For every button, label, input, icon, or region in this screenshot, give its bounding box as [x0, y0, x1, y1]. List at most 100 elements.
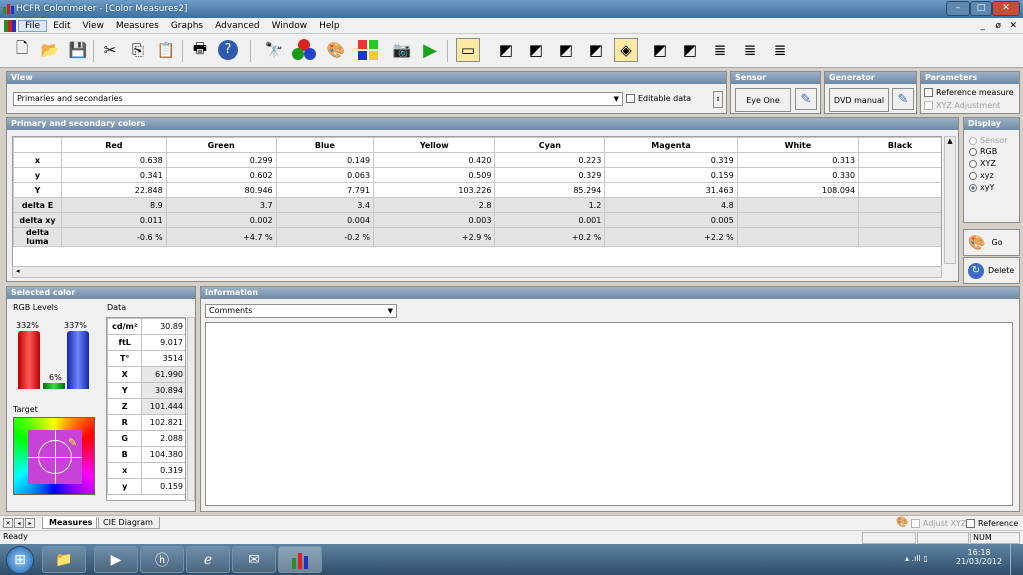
menu-view[interactable]: View [77, 21, 110, 31]
table-cell[interactable]: 85.294 [494, 182, 606, 198]
table-cell[interactable]: +0.2 % [494, 227, 606, 247]
view-combo[interactable]: Primaries and secondaries ▼ [13, 92, 623, 106]
start-button[interactable]: ⊞ [6, 546, 34, 574]
help-icon[interactable]: ? [218, 40, 238, 60]
table-cell[interactable]: +2.9 % [373, 227, 496, 247]
data-row[interactable]: cd/m² 30.89 [107, 318, 185, 335]
table-row[interactable]: delta xy 0.011 0.002 0.004 0.003 0.001 0.005 [13, 212, 941, 228]
doc-close-button[interactable]: ✕ [1009, 21, 1017, 31]
menu-help[interactable]: Help [313, 21, 346, 31]
explorer-icon[interactable]: 📁 [42, 546, 86, 573]
data-row[interactable]: y 0.159 [107, 478, 185, 495]
data-row[interactable]: X 61.990 [107, 366, 185, 383]
table-cell[interactable]: 0.004 [275, 212, 375, 228]
gamma-graph-icon[interactable]: ◩ [524, 38, 548, 62]
delete-button[interactable]: ↻ Delete [963, 257, 1020, 284]
data-row[interactable]: R 102.821 [107, 414, 185, 431]
table-row[interactable]: delta E 8.9 3.7 3.4 2.8 1.2 4.8 [13, 197, 941, 213]
table-cell[interactable]: 0.420 [373, 152, 496, 168]
display-radio-xyy[interactable]: xyY [969, 183, 994, 192]
table-cell[interactable]: 0.011 [61, 212, 167, 228]
table-cell[interactable]: -0.2 % [275, 227, 375, 247]
table-cell[interactable]: 0.159 [604, 167, 738, 183]
table-cell[interactable]: 0.341 [61, 167, 167, 183]
data-row[interactable]: Y 30.894 [107, 382, 185, 399]
sensor-config-icon[interactable]: ✎ [795, 88, 817, 110]
table-cell[interactable]: +2.2 % [604, 227, 738, 247]
table-cell[interactable]: 108.094 [736, 182, 860, 198]
table-cell[interactable]: 0.005 [604, 212, 738, 228]
near-white-icon[interactable]: ◩ [678, 38, 702, 62]
table-cell[interactable]: -0.6 % [61, 227, 167, 247]
table-row[interactable]: x 0.638 0.299 0.149 0.420 0.223 0.319 0.313 [13, 152, 941, 168]
new-icon[interactable]: 🗋 [10, 38, 34, 62]
table-cell[interactable] [858, 167, 941, 183]
sensor-icon[interactable]: 🔭 [262, 38, 286, 62]
data-row[interactable]: T° 3514 [107, 350, 185, 367]
menu-file[interactable]: File [18, 19, 48, 32]
table-cell[interactable]: 22.848 [61, 182, 167, 198]
table-cell[interactable]: 0.299 [165, 152, 277, 168]
grid-vertical-scrollbar[interactable]: ▲ [944, 136, 956, 264]
reference-checkbox[interactable]: Reference [966, 519, 1018, 528]
table-cell[interactable] [858, 227, 941, 247]
saturation-shift-icon[interactable]: ≣ [708, 38, 732, 62]
camera-icon[interactable]: 📷 [390, 38, 414, 62]
table-cell[interactable]: 0.602 [165, 167, 277, 183]
tab-next-button[interactable]: ▸ [25, 518, 35, 528]
comments-textarea[interactable] [205, 322, 1013, 506]
media-icon[interactable]: ▶ [94, 546, 138, 573]
adjust-xyz-checkbox[interactable]: Adjust XYZ [911, 519, 966, 528]
save-icon[interactable]: 💾 [66, 38, 90, 62]
hp-icon[interactable]: ⓗ [140, 546, 184, 573]
table-cell[interactable]: 0.149 [275, 152, 375, 168]
open-icon[interactable]: 📂 [38, 38, 62, 62]
minimize-button[interactable]: – [946, 1, 970, 16]
table-cell[interactable]: +4.7 % [165, 227, 277, 247]
editable-data-checkbox[interactable]: Editable data [626, 94, 691, 103]
grid-corner[interactable] [13, 137, 62, 153]
table-cell[interactable]: 0.313 [736, 152, 860, 168]
display-radio-xyz-upper[interactable]: XYZ [969, 159, 996, 168]
table-cell[interactable]: 80.946 [165, 182, 277, 198]
column-header[interactable]: Magenta [604, 137, 738, 153]
column-header[interactable]: White [736, 137, 860, 153]
menu-measures[interactable]: Measures [110, 21, 165, 31]
column-header[interactable]: Black [858, 137, 941, 153]
table-cell[interactable]: 4.8 [604, 197, 738, 213]
go-button[interactable]: 🎨 Go [963, 229, 1020, 256]
tray-icons[interactable]: ▴ .ıll ▯ [905, 554, 928, 563]
table-cell[interactable]: 0.001 [494, 212, 606, 228]
play-icon[interactable]: ▶ [418, 38, 442, 62]
table-cell[interactable] [736, 197, 860, 213]
hcfr-icon[interactable] [278, 546, 322, 573]
table-row[interactable]: delta luma -0.6 % +4.7 % -0.2 % +2.9 % +0.2 %… [13, 227, 941, 247]
view-spin-button[interactable]: ⇕ [713, 91, 723, 108]
tab-close-button[interactable]: ✕ [3, 518, 13, 528]
table-cell[interactable]: 31.463 [604, 182, 738, 198]
data-row[interactable]: x 0.319 [107, 462, 185, 479]
table-cell[interactable]: 3.7 [165, 197, 277, 213]
close-button[interactable]: ✕ [992, 1, 1020, 16]
table-cell[interactable]: 103.226 [373, 182, 496, 198]
table-cell[interactable]: 0.329 [494, 167, 606, 183]
column-header[interactable]: Blue [275, 137, 375, 153]
measure-view-icon[interactable]: ▭ [456, 38, 480, 62]
table-cell[interactable] [858, 182, 941, 198]
data-row[interactable]: B 104.380 [107, 446, 185, 463]
cie-chart-icon[interactable]: ◈ [614, 38, 638, 62]
print-icon[interactable]: 🖶 [188, 38, 212, 62]
table-row[interactable]: Y 22.848 80.946 7.791 103.226 85.294 31.463 108… [13, 182, 941, 198]
grid-horizontal-scrollbar[interactable]: ◂ [12, 266, 942, 278]
copy-icon[interactable]: ⎘ [126, 38, 150, 62]
show-desktop-button[interactable] [1010, 544, 1023, 575]
ie-icon[interactable]: ℯ [186, 546, 230, 573]
table-cell[interactable]: 0.002 [165, 212, 277, 228]
table-cell[interactable]: 0.638 [61, 152, 167, 168]
generator-icon[interactable] [292, 38, 316, 62]
table-row[interactable]: y 0.341 0.602 0.063 0.509 0.329 0.159 0.330 [13, 167, 941, 183]
table-cell[interactable]: 0.063 [275, 167, 375, 183]
tab-measures[interactable]: Measures [42, 517, 100, 529]
column-header[interactable]: Green [165, 137, 277, 153]
column-header[interactable]: Yellow [373, 137, 496, 153]
